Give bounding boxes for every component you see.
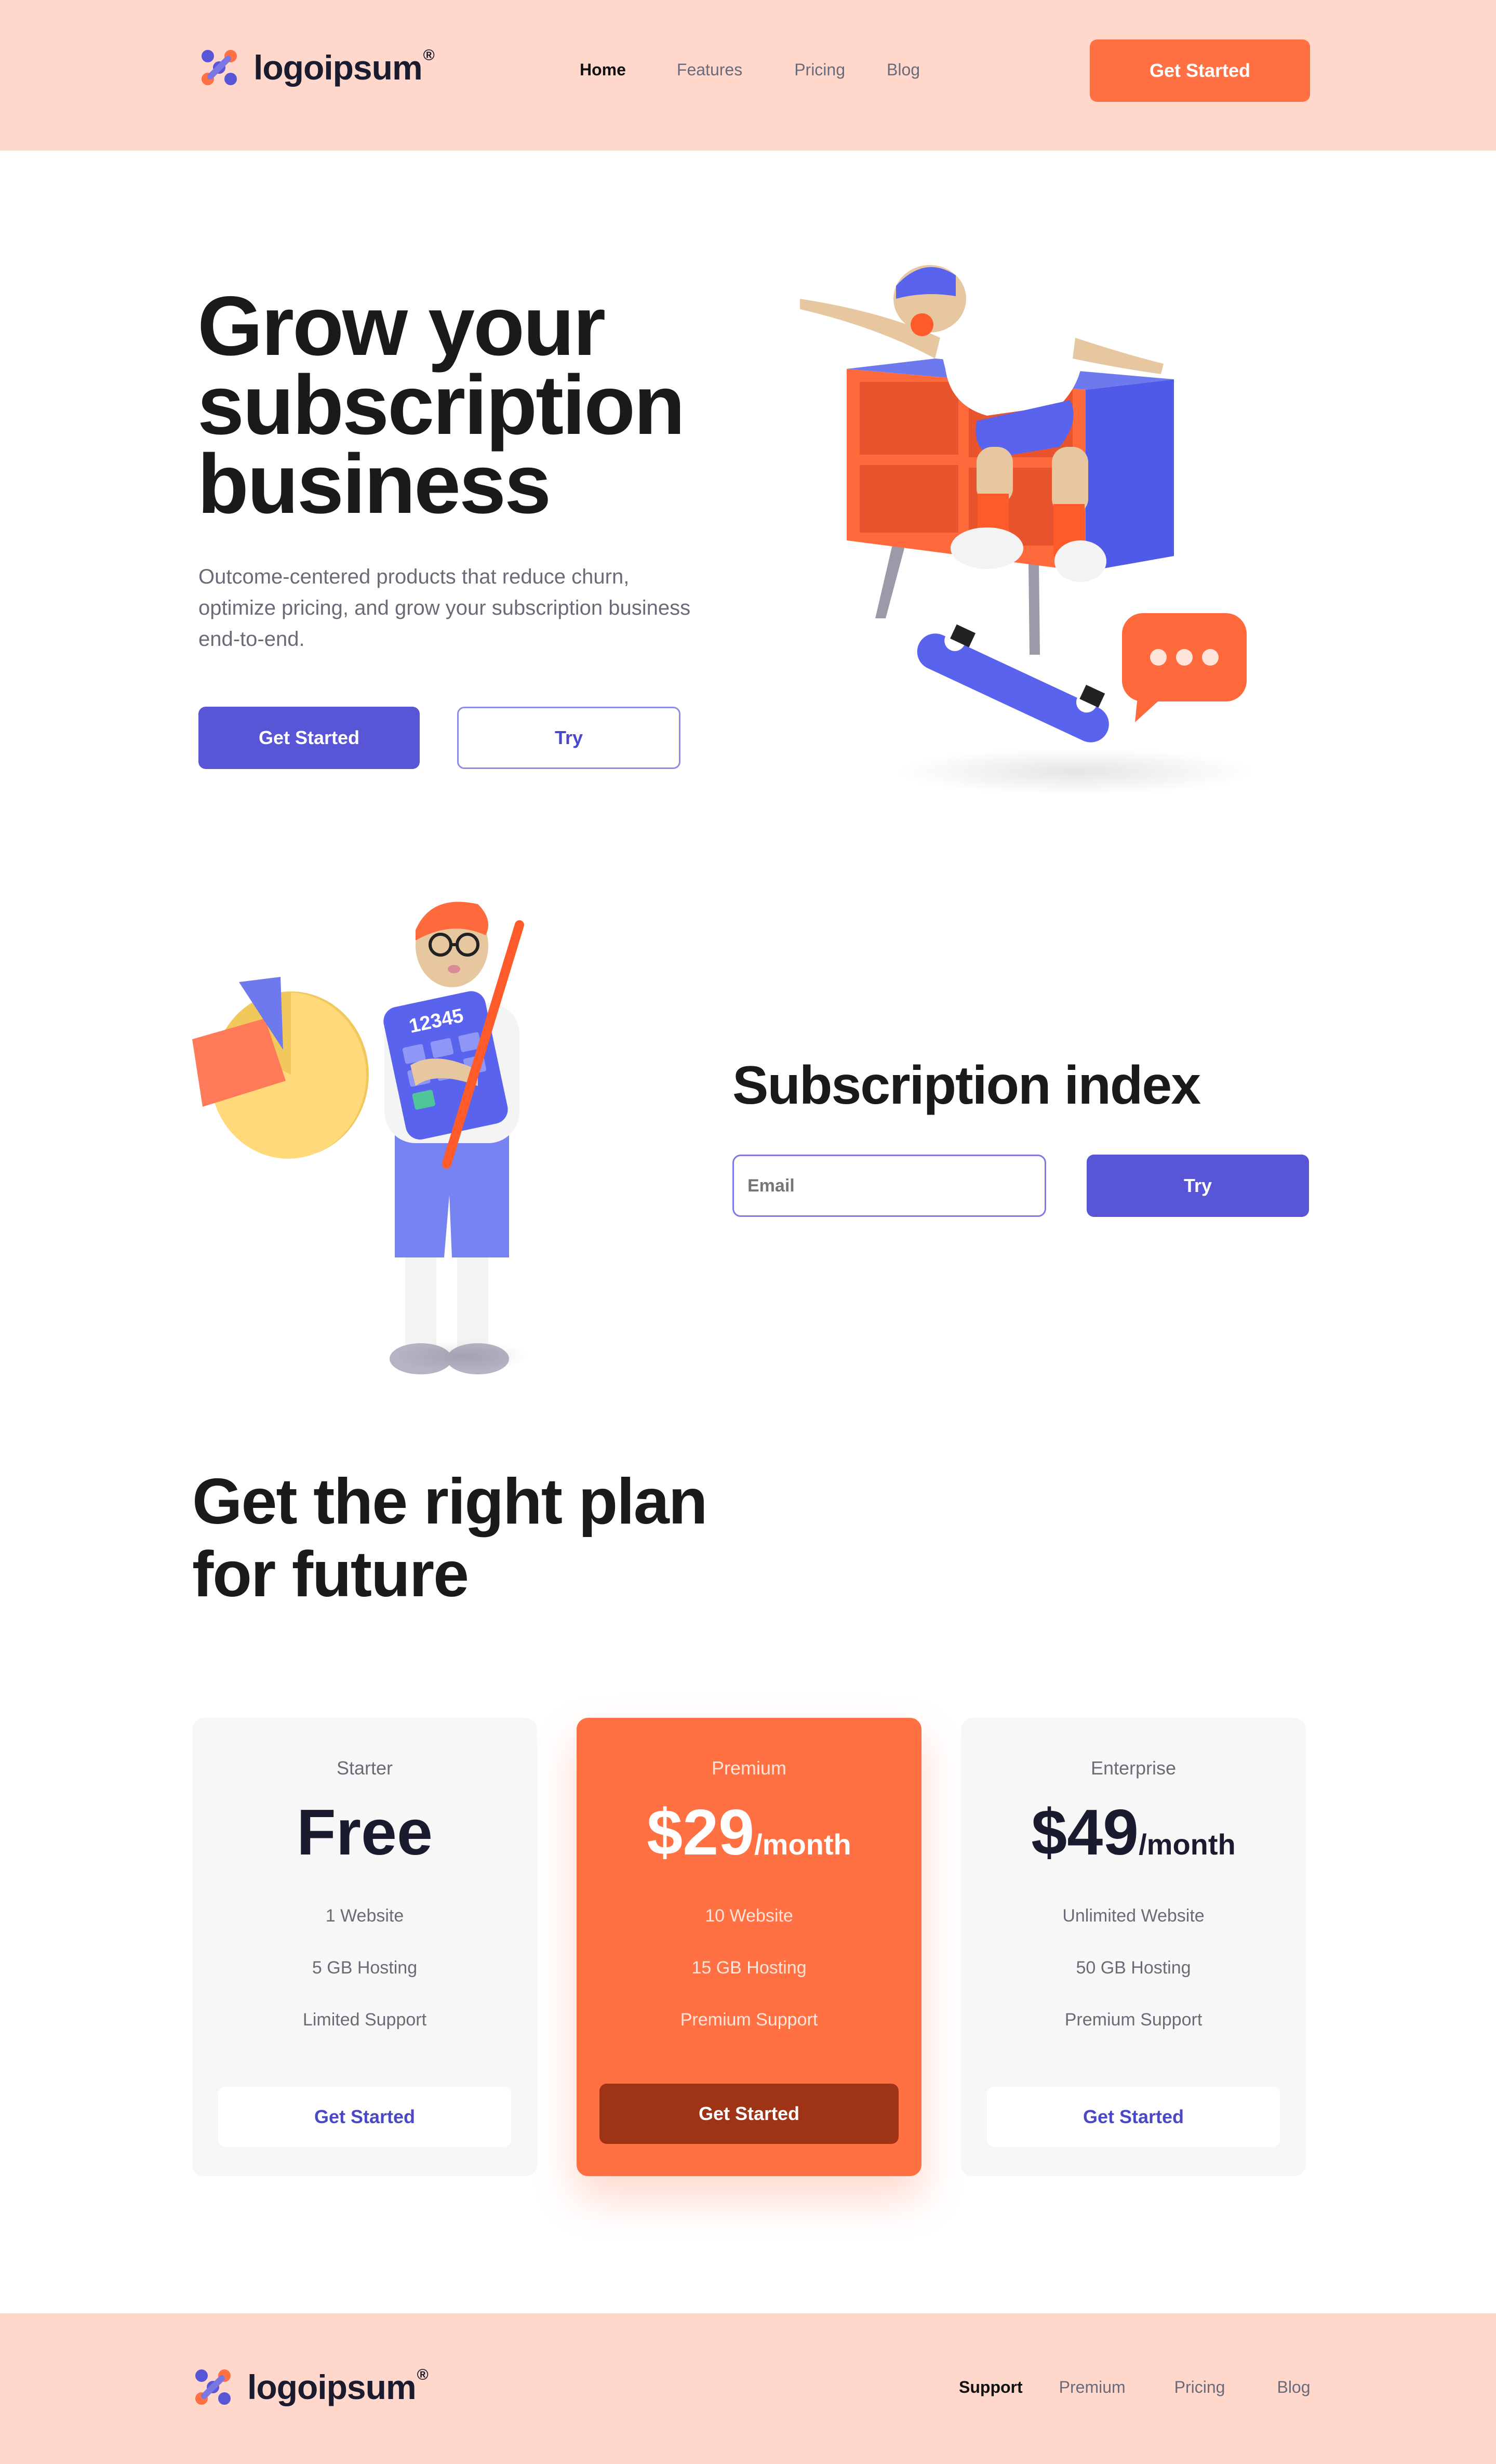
brand-logo[interactable]: logoipsum® (197, 46, 435, 89)
logo-icon (197, 46, 241, 89)
plan-feature: 1 Website (325, 1906, 404, 1926)
main-nav: Home Features Pricing Blog (580, 60, 920, 80)
plan-card-premium: Premium $29/month 10 Website 15 GB Hosti… (577, 1718, 921, 2176)
premium-get-started-button[interactable]: Get Started (599, 2084, 899, 2144)
index-try-button[interactable]: Try (1087, 1155, 1309, 1217)
footer-link-support[interactable]: Support (959, 2378, 1023, 2397)
hero-try-button[interactable]: Try (457, 707, 680, 769)
nav-features[interactable]: Features (677, 60, 742, 80)
plan-price: Free (297, 1797, 433, 1869)
hero-illustration (790, 249, 1319, 800)
site-header: logoipsum® Home Features Pricing Blog Ge… (0, 0, 1496, 151)
hero-title: Grow your subscription business (197, 279, 685, 531)
header-get-started-button[interactable]: Get Started (1090, 39, 1310, 102)
plan-price: $29/month (647, 1797, 851, 1869)
plan-price: $49/month (1031, 1797, 1236, 1869)
analyst-illustration: 12345 (187, 883, 571, 1393)
plan-card-enterprise: Enterprise $49/month Unlimited Website 5… (961, 1718, 1306, 2176)
plan-feature: 15 GB Hosting (691, 1958, 807, 1978)
plan-feature: Limited Support (302, 2010, 427, 2030)
email-input[interactable] (732, 1155, 1046, 1217)
footer-link-premium[interactable]: Premium (1059, 2378, 1126, 2397)
footer-link-blog[interactable]: Blog (1277, 2378, 1310, 2397)
plan-name: Premium (711, 1757, 787, 1779)
logo-icon (191, 2365, 235, 2409)
plan-name: Starter (336, 1757, 393, 1779)
starter-get-started-button[interactable]: Get Started (218, 2087, 511, 2147)
plan-feature: 10 Website (705, 1906, 793, 1926)
hero-subtitle: Outcome-centered products that reduce ch… (198, 565, 691, 651)
plan-feature: 50 GB Hosting (1076, 1958, 1191, 1978)
logo-text: logoipsum® (247, 2366, 429, 2406)
nav-home[interactable]: Home (580, 60, 626, 80)
pricing-title: Get the right plan for future (192, 1466, 707, 1610)
plan-feature: 5 GB Hosting (312, 1958, 418, 1978)
logo-text: logoipsum® (253, 47, 435, 87)
site-footer: logoipsum® Support Premium Pricing Blog (0, 2313, 1496, 2464)
subscription-index-title: Subscription index (732, 1055, 1201, 1116)
enterprise-get-started-button[interactable]: Get Started (987, 2087, 1280, 2147)
plan-feature: Unlimited Website (1062, 1906, 1205, 1926)
nav-blog[interactable]: Blog (887, 60, 920, 80)
footer-link-pricing[interactable]: Pricing (1174, 2378, 1225, 2397)
plan-name: Enterprise (1090, 1757, 1177, 1779)
footer-brand-logo[interactable]: logoipsum® (191, 2365, 429, 2409)
plan-card-starter: Starter Free 1 Website 5 GB Hosting Limi… (192, 1718, 537, 2176)
hero-get-started-button[interactable]: Get Started (198, 707, 420, 769)
footer-nav: Support Premium Pricing Blog (959, 2378, 1311, 2397)
plan-feature: Premium Support (680, 2010, 818, 2030)
nav-pricing[interactable]: Pricing (794, 60, 845, 80)
plan-feature: Premium Support (1064, 2010, 1203, 2030)
